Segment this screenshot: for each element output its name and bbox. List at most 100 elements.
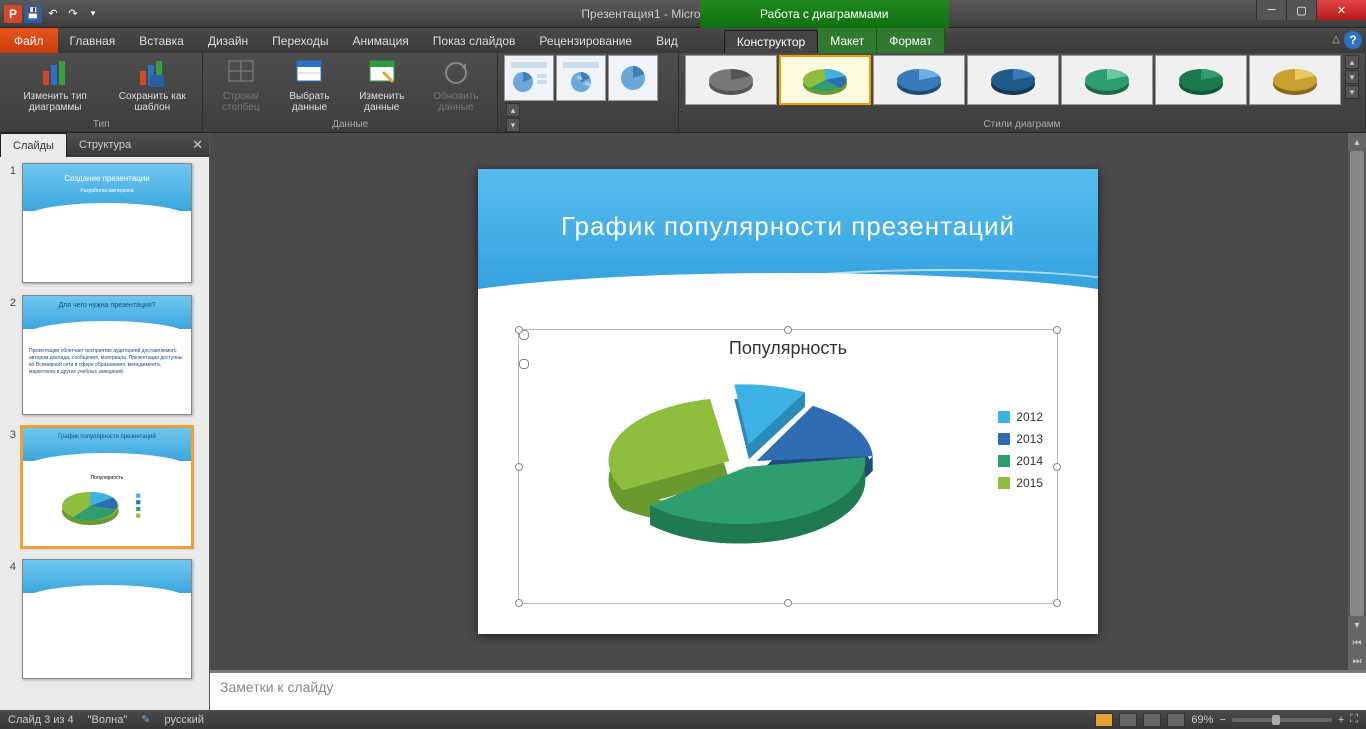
chart-style-2[interactable] — [779, 55, 871, 105]
thumb-number: 4 — [4, 559, 16, 679]
chart-layout-2[interactable]: -%-% — [556, 55, 606, 101]
current-slide[interactable]: График популярности презентаций Популярн… — [478, 169, 1098, 634]
tab-chart-format[interactable]: Формат — [877, 28, 945, 53]
styles-more[interactable]: ▾ — [1345, 85, 1359, 99]
scroll-thumb[interactable] — [1350, 151, 1364, 616]
save-icon[interactable]: 💾 — [24, 5, 42, 23]
svg-text:-%: -% — [575, 76, 583, 82]
change-chart-type-label: Изменить тип диаграммы — [10, 91, 100, 113]
language-indicator[interactable]: русский — [165, 714, 204, 726]
fit-to-window-button[interactable]: ⛶ — [1350, 713, 1358, 726]
tab-chart-design[interactable]: Конструктор — [724, 30, 818, 53]
thumbnails-list[interactable]: 1 Создание презентации Разработка матери… — [0, 157, 209, 710]
slide-title[interactable]: График популярности презентаций — [478, 211, 1098, 242]
close-button[interactable]: ✕ — [1316, 0, 1366, 20]
tab-animation[interactable]: Анимация — [340, 28, 420, 53]
next-slide-icon[interactable]: ⏭ — [1348, 652, 1366, 670]
save-as-template-button[interactable]: Сохранить как шаблон — [108, 55, 196, 115]
edit-data-icon — [366, 57, 398, 89]
minimize-ribbon-icon[interactable]: △ — [1332, 34, 1340, 45]
redo-icon[interactable]: ↷ — [64, 5, 82, 23]
switch-rc-icon — [225, 57, 257, 89]
thumb-number: 1 — [4, 163, 16, 283]
tab-insert[interactable]: Вставка — [127, 28, 196, 53]
tab-slides[interactable]: Слайды — [0, 133, 67, 157]
tab-transitions[interactable]: Переходы — [260, 28, 340, 53]
tab-review[interactable]: Рецензирование — [527, 28, 644, 53]
ribbon: Изменить тип диаграммы Сохранить как шаб… — [0, 53, 1366, 133]
slide-thumbnail-1[interactable]: Создание презентации Разработка материал… — [22, 163, 192, 283]
workspace: Слайды Структура ✕ 1 Создание презентаци… — [0, 133, 1366, 710]
layouts-scroll-up[interactable]: ▴ — [506, 103, 520, 117]
zoom-out-button[interactable]: − — [1219, 714, 1225, 726]
styles-scroll-up[interactable]: ▴ — [1345, 55, 1359, 69]
window-controls: ─ ▢ ✕ — [1256, 0, 1366, 20]
zoom-in-button[interactable]: + — [1338, 714, 1344, 726]
chart-title[interactable]: Популярность — [519, 338, 1057, 359]
chart-style-5[interactable] — [1061, 55, 1153, 105]
thumb-number: 3 — [4, 427, 16, 547]
slide-position: Слайд 3 из 4 — [8, 714, 74, 726]
minimize-button[interactable]: ─ — [1256, 0, 1286, 20]
change-chart-type-button[interactable]: Изменить тип диаграммы — [6, 55, 104, 115]
refresh-data-button: Обновить данные — [421, 55, 491, 115]
tab-outline[interactable]: Структура — [67, 133, 143, 157]
legend-label: 2014 — [1016, 454, 1043, 468]
chart-layout-1[interactable] — [504, 55, 554, 101]
select-data-button[interactable]: Выбрать данные — [276, 55, 342, 115]
layouts-scroll-down[interactable]: ▾ — [506, 118, 520, 132]
vertical-scrollbar[interactable]: ▴ ▾ ⏮ ⏭ — [1348, 133, 1366, 670]
chart-tools-contextual-label: Работа с диаграммами — [700, 0, 949, 28]
app-icon[interactable]: P — [4, 5, 22, 23]
legend-label: 2015 — [1016, 476, 1043, 490]
slideshow-view-button[interactable] — [1167, 713, 1185, 727]
notes-pane[interactable]: Заметки к слайду — [210, 670, 1366, 710]
slide-thumbnail-3[interactable]: График популярности презентаций Популярн… — [22, 427, 192, 547]
edit-data-label: Изменить данные — [351, 91, 413, 113]
scroll-down-icon[interactable]: ▾ — [1348, 616, 1366, 634]
scroll-up-icon[interactable]: ▴ — [1348, 133, 1366, 151]
close-pane-icon[interactable]: ✕ — [192, 137, 203, 153]
switch-row-column-button: Строка/столбец — [209, 55, 272, 115]
spell-check-icon[interactable]: ✎ — [141, 713, 150, 726]
chart-style-3[interactable] — [873, 55, 965, 105]
tab-slideshow[interactable]: Показ слайдов — [421, 28, 528, 53]
editor-area: График популярности презентаций Популярн… — [210, 133, 1366, 710]
chart-object[interactable]: Популярность — [518, 329, 1058, 604]
slide-thumbnail-2[interactable]: Для чего нужна презентация? Презентация … — [22, 295, 192, 415]
group-label-styles: Стили диаграмм — [685, 117, 1359, 132]
chart-legend[interactable]: 2012 2013 2014 2015 — [998, 410, 1043, 498]
legend-label: 2013 — [1016, 432, 1043, 446]
pie-chart[interactable] — [549, 370, 937, 583]
chart-style-4[interactable] — [967, 55, 1059, 105]
zoom-level[interactable]: 69% — [1191, 714, 1213, 726]
help-icon[interactable]: ? — [1344, 31, 1362, 49]
slide-canvas[interactable]: График популярности презентаций Популярн… — [210, 133, 1366, 670]
tab-file[interactable]: Файл — [0, 28, 58, 53]
edit-data-button[interactable]: Изменить данные — [347, 55, 417, 115]
slide-thumbnail-4[interactable] — [22, 559, 192, 679]
select-data-label: Выбрать данные — [280, 91, 338, 113]
chart-layout-3[interactable] — [608, 55, 658, 101]
zoom-slider[interactable] — [1232, 718, 1332, 722]
styles-scroll-down[interactable]: ▾ — [1345, 70, 1359, 84]
slides-pane-tabs: Слайды Структура ✕ — [0, 133, 209, 157]
window-title: Презентация1 - Microsoft PowerPoint — [0, 7, 1366, 21]
chart-style-6[interactable] — [1155, 55, 1247, 105]
ribbon-group-styles: ▴ ▾ ▾ Стили диаграмм — [679, 53, 1366, 132]
tab-home[interactable]: Главная — [58, 28, 128, 53]
sorter-view-button[interactable] — [1119, 713, 1137, 727]
maximize-button[interactable]: ▢ — [1286, 0, 1316, 20]
qat-more-icon[interactable]: ▾ — [84, 5, 102, 23]
quick-access-toolbar: P 💾 ↶ ↷ ▾ — [0, 5, 102, 23]
refresh-data-label: Обновить данные — [425, 91, 487, 113]
tab-chart-layout[interactable]: Макет — [818, 28, 877, 53]
tab-view[interactable]: Вид — [644, 28, 690, 53]
chart-style-7[interactable] — [1249, 55, 1341, 105]
tab-design[interactable]: Дизайн — [196, 28, 260, 53]
normal-view-button[interactable] — [1095, 713, 1113, 727]
chart-style-1[interactable] — [685, 55, 777, 105]
prev-slide-icon[interactable]: ⏮ — [1348, 634, 1366, 652]
reading-view-button[interactable] — [1143, 713, 1161, 727]
undo-icon[interactable]: ↶ — [44, 5, 62, 23]
